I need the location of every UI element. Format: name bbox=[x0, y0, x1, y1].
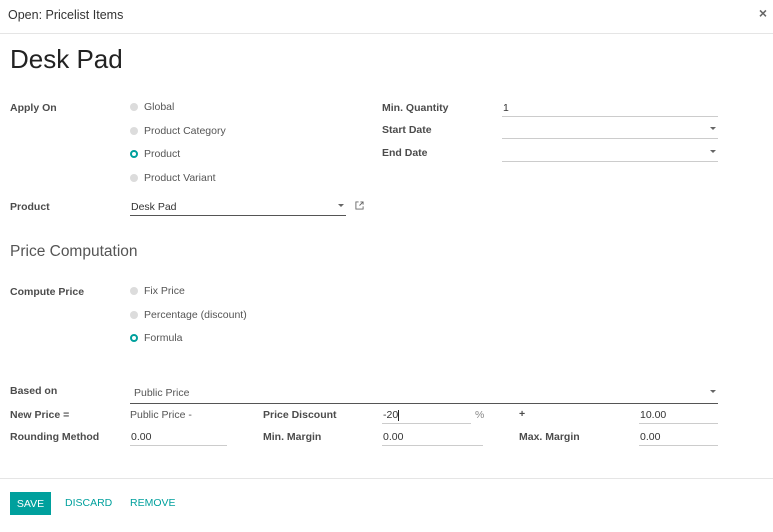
product-label: Product bbox=[10, 201, 50, 213]
radio-icon bbox=[130, 311, 138, 319]
discard-button[interactable]: DISCARD bbox=[65, 497, 112, 509]
radio-checked-icon bbox=[130, 150, 138, 158]
based-on-label: Based on bbox=[10, 385, 58, 397]
radio-percentage[interactable]: Percentage (discount) bbox=[130, 309, 247, 321]
end-date-label: End Date bbox=[382, 147, 428, 159]
rounding-method-input[interactable]: 0.00 bbox=[130, 430, 227, 446]
new-price-formula: Public Price - bbox=[130, 409, 192, 421]
radio-icon bbox=[130, 174, 138, 182]
remove-button[interactable]: REMOVE bbox=[130, 497, 176, 509]
surcharge-input[interactable]: 10.00 bbox=[639, 408, 718, 424]
radio-product[interactable]: Product bbox=[130, 148, 180, 160]
price-discount-label: Price Discount bbox=[263, 409, 337, 421]
compute-price-label: Compute Price bbox=[10, 286, 85, 298]
radio-icon bbox=[130, 287, 138, 295]
percent-suffix: % bbox=[475, 409, 485, 421]
dialog-title: Open: Pricelist Items bbox=[8, 8, 124, 22]
start-date-input[interactable] bbox=[502, 123, 718, 139]
min-margin-input[interactable]: 0.00 bbox=[382, 430, 483, 446]
external-link-icon[interactable] bbox=[355, 201, 364, 210]
apply-on-label: Apply On bbox=[10, 102, 57, 114]
chevron-down-icon bbox=[710, 390, 716, 393]
chevron-down-icon bbox=[710, 127, 716, 130]
start-date-label: Start Date bbox=[382, 124, 432, 136]
radio-product-variant[interactable]: Product Variant bbox=[130, 172, 216, 184]
new-price-label: New Price = bbox=[10, 409, 70, 421]
radio-formula[interactable]: Formula bbox=[130, 332, 183, 344]
product-select[interactable]: Desk Pad bbox=[130, 200, 346, 216]
end-date-input[interactable] bbox=[502, 146, 718, 162]
chevron-down-icon bbox=[338, 204, 344, 207]
radio-product-category[interactable]: Product Category bbox=[130, 125, 226, 137]
radio-checked-icon bbox=[130, 334, 138, 342]
chevron-down-icon bbox=[710, 150, 716, 153]
max-margin-label: Max. Margin bbox=[519, 431, 580, 443]
radio-icon bbox=[130, 127, 138, 135]
price-discount-input[interactable]: -20 bbox=[382, 408, 471, 424]
radio-icon bbox=[130, 103, 138, 111]
min-margin-label: Min. Margin bbox=[263, 431, 322, 443]
min-quantity-input[interactable]: 1 bbox=[502, 101, 718, 117]
max-margin-input[interactable]: 0.00 bbox=[639, 430, 718, 446]
surcharge-label: + bbox=[519, 408, 526, 420]
section-title: Price Computation bbox=[10, 243, 138, 260]
record-name: Desk Pad bbox=[10, 44, 123, 74]
radio-fix-price[interactable]: Fix Price bbox=[130, 285, 185, 297]
radio-global[interactable]: Global bbox=[130, 101, 174, 113]
min-quantity-label: Min. Quantity bbox=[382, 102, 449, 114]
close-icon[interactable]: × bbox=[759, 5, 767, 21]
rounding-method-label: Rounding Method bbox=[10, 431, 100, 443]
footer-divider bbox=[0, 478, 773, 479]
save-button[interactable]: SAVE bbox=[10, 492, 51, 515]
based-on-select[interactable]: Public Price bbox=[130, 386, 718, 404]
